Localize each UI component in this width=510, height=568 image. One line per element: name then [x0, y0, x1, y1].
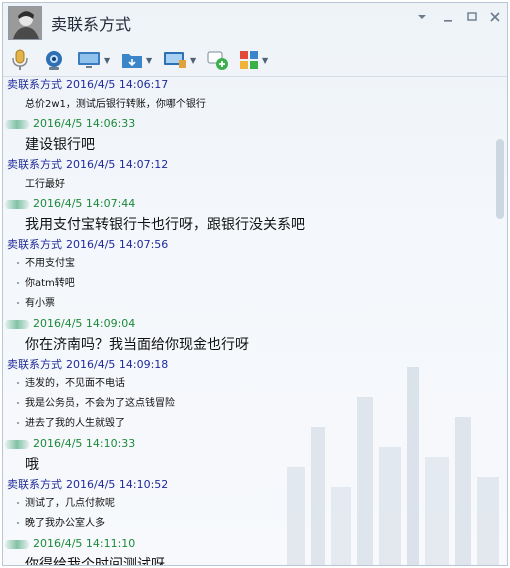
title-bar: 卖联系方式	[3, 3, 507, 43]
message-timestamp: 2016/4/5 14:11:10	[33, 537, 136, 550]
message-line: 进去了我的人生就毁了	[17, 416, 507, 432]
chevron-down-icon[interactable]: ▼	[262, 56, 268, 65]
chevron-down-icon[interactable]	[414, 9, 430, 25]
microphone-button[interactable]	[11, 49, 29, 71]
message-text: 我是公务员，不会为了这点钱冒险	[25, 398, 175, 409]
remote-desktop-icon	[164, 52, 186, 68]
bullet-dot	[17, 422, 19, 424]
chevron-down-icon[interactable]: ▼	[190, 56, 196, 65]
toolbar: ▼ ▼ ▼ ▼	[3, 45, 507, 75]
message-header: 2016/4/5 14:11:10	[3, 536, 493, 552]
message-line: 违发的，不见面不电话	[17, 376, 507, 392]
message-text: 测试了，几点付款呢	[25, 498, 115, 509]
avatar-portrait-icon	[9, 7, 41, 39]
redacted-sender-name	[5, 539, 29, 549]
message-header: 卖联系方式 2016/4/5 14:06:17	[7, 77, 497, 93]
message-header: 卖联系方式 2016/4/5 14:10:52	[7, 477, 497, 493]
message-line: 你atm转吧	[17, 276, 507, 292]
bullet-dot	[17, 282, 19, 284]
message-timestamp: 2016/4/5 14:06:33	[33, 117, 136, 130]
message-text: 工行最好	[25, 179, 65, 190]
redacted-sender-name	[5, 319, 29, 329]
message-timestamp: 2016/4/5 14:07:12	[66, 158, 169, 171]
bullet-dot	[17, 302, 19, 304]
message-header: 卖联系方式 2016/4/5 14:07:12	[7, 157, 497, 173]
message-line: 晚了我办公室人多	[17, 516, 507, 532]
bullet-dot	[17, 262, 19, 264]
message-text: 你在济南吗？我当面给你现金也行呀	[25, 337, 249, 353]
bullet-dot	[17, 402, 19, 404]
file-transfer-button[interactable]: ▼	[121, 49, 152, 71]
message-timestamp: 2016/4/5 14:06:17	[66, 78, 169, 91]
chevron-down-icon[interactable]: ▼	[146, 56, 152, 65]
redacted-sender-name	[5, 439, 29, 449]
webcam-button[interactable]	[43, 49, 65, 71]
redacted-sender-name	[5, 119, 29, 129]
message-header: 卖联系方式 2016/4/5 14:07:56	[7, 237, 497, 253]
message-text: 晚了我办公室人多	[25, 518, 105, 529]
redacted-sender-name	[5, 199, 29, 209]
bullet-dot	[17, 502, 19, 504]
message-text: 建设银行吧	[25, 137, 95, 153]
message-timestamp: 2016/4/5 14:07:56	[66, 238, 169, 251]
message-header: 2016/4/5 14:09:04	[3, 316, 493, 332]
window-title: 卖联系方式	[51, 15, 132, 34]
bullet-dot	[17, 382, 19, 384]
message-timestamp: 2016/4/5 14:07:44	[33, 197, 136, 210]
close-icon[interactable]	[487, 9, 503, 25]
microphone-icon	[12, 49, 28, 70]
message-line: 不用支付宝	[17, 256, 507, 272]
sender-name: 卖联系方式	[7, 78, 62, 91]
message-text: 我用支付宝转银行卡也行呀，跟银行没关系吧	[25, 217, 305, 233]
sender-name: 卖联系方式	[7, 478, 62, 491]
apps-icon	[240, 51, 258, 69]
chat-window: 卖联系方式 ▼ ▼ ▼ ▼ 卖联系方式 2016/4/5 14:06:17 总价…	[2, 2, 508, 566]
contact-avatar[interactable]	[8, 6, 42, 40]
message-line: 我是公务员，不会为了这点钱冒险	[17, 396, 507, 412]
message-text: 总价2w1，测试后银行转账，你哪个银行	[25, 99, 206, 110]
file-transfer-icon	[122, 54, 142, 68]
maximize-icon[interactable]	[464, 9, 480, 25]
message-header: 2016/4/5 14:06:33	[3, 116, 493, 132]
remote-desktop-button[interactable]: ▼	[163, 49, 196, 71]
group-chat-button[interactable]	[207, 49, 229, 71]
message-timestamp: 2016/4/5 14:09:04	[33, 317, 136, 330]
message-text: 进去了我的人生就毁了	[25, 418, 125, 429]
message-text: 违发的，不见面不电话	[25, 378, 125, 389]
message-timestamp: 2016/4/5 14:10:33	[33, 437, 136, 450]
message-timestamp: 2016/4/5 14:10:52	[66, 478, 169, 491]
screen-share-button[interactable]: ▼	[77, 49, 110, 71]
chat-scrollbar[interactable]	[496, 77, 504, 565]
screen-share-icon	[78, 52, 100, 68]
message-text: 你atm转吧	[25, 278, 75, 289]
chevron-down-icon[interactable]: ▼	[104, 56, 110, 65]
apps-button[interactable]: ▼	[239, 49, 268, 71]
message-text: 有小票	[25, 298, 55, 309]
message-line: 有小票	[17, 296, 507, 312]
message-header: 2016/4/5 14:10:33	[3, 436, 493, 452]
webcam-icon	[46, 51, 62, 70]
message-text: 你得给我个时间测试呀	[25, 557, 165, 566]
bullet-dot	[17, 522, 19, 524]
message-text: 不用支付宝	[25, 258, 75, 269]
sender-name: 卖联系方式	[7, 158, 62, 171]
message-history[interactable]: 卖联系方式 2016/4/5 14:06:17 总价2w1，测试后银行转账，你哪个银…	[3, 77, 507, 566]
sender-name: 卖联系方式	[7, 358, 62, 371]
message-text: 哦	[25, 457, 39, 473]
message-header: 2016/4/5 14:07:44	[3, 196, 493, 212]
scrollbar-thumb[interactable]	[496, 139, 504, 219]
message-line: 测试了，几点付款呢	[17, 496, 507, 512]
group-chat-icon	[207, 51, 228, 70]
sender-name: 卖联系方式	[7, 238, 62, 251]
message-timestamp: 2016/4/5 14:09:18	[66, 358, 169, 371]
minimize-icon[interactable]	[440, 9, 456, 25]
message-header: 卖联系方式 2016/4/5 14:09:18	[7, 357, 497, 373]
